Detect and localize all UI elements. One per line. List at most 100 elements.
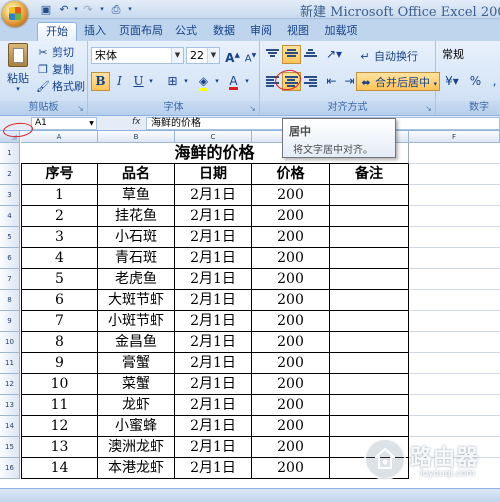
- font-size-combo[interactable]: 22 ▼: [186, 47, 220, 64]
- table-cell[interactable]: 200: [252, 227, 330, 248]
- table-cell[interactable]: 14: [21, 458, 98, 479]
- table-cell[interactable]: 11: [21, 395, 98, 416]
- tab-addins[interactable]: 加载项: [320, 22, 362, 41]
- table-cell[interactable]: 2月1日: [175, 290, 252, 311]
- tab-formulas[interactable]: 公式: [171, 22, 201, 41]
- table-header-cell[interactable]: 序号: [21, 164, 98, 185]
- row-header[interactable]: 10: [0, 332, 20, 353]
- table-cell[interactable]: 7: [21, 311, 98, 332]
- decrease-indent-button[interactable]: ⇤: [322, 72, 341, 91]
- table-cell[interactable]: 200: [252, 374, 330, 395]
- worksheet-grid[interactable]: ABCDEF 12345678910111213141516 海鲜的价格 序号品…: [0, 131, 500, 488]
- table-cell[interactable]: 8: [21, 332, 98, 353]
- row-header[interactable]: 16: [0, 458, 20, 479]
- table-cell[interactable]: 老虎鱼: [98, 269, 175, 290]
- copy-button[interactable]: ❐ 复制: [36, 61, 74, 77]
- customize-icon[interactable]: ▾: [122, 2, 138, 17]
- table-cell[interactable]: [330, 332, 409, 353]
- table-cell[interactable]: [330, 185, 409, 206]
- font-color-button[interactable]: A: [224, 72, 243, 91]
- row-header[interactable]: 2: [0, 164, 20, 185]
- top-align-button[interactable]: [263, 45, 282, 64]
- table-cell[interactable]: 2月1日: [175, 227, 252, 248]
- font-name-combo[interactable]: 宋体 ▼: [91, 47, 184, 64]
- table-header-cell[interactable]: 备注: [330, 164, 409, 185]
- table-cell[interactable]: 3: [21, 227, 98, 248]
- table-cell[interactable]: 200: [252, 395, 330, 416]
- column-header[interactable]: C: [175, 131, 252, 143]
- borders-button[interactable]: ⊞: [163, 72, 182, 91]
- table-cell[interactable]: [330, 248, 409, 269]
- table-cell[interactable]: 澳洲龙虾: [98, 437, 175, 458]
- tab-page-layout[interactable]: 页面布局: [115, 22, 167, 41]
- row-header[interactable]: 4: [0, 206, 20, 227]
- row-header[interactable]: 5: [0, 227, 20, 248]
- table-cell[interactable]: 膏蟹: [98, 353, 175, 374]
- row-header[interactable]: 9: [0, 311, 20, 332]
- table-cell[interactable]: 2月1日: [175, 269, 252, 290]
- table-cell[interactable]: [330, 374, 409, 395]
- row-header[interactable]: 1: [0, 143, 20, 164]
- table-cell[interactable]: 200: [252, 311, 330, 332]
- row-header[interactable]: 15: [0, 437, 20, 458]
- table-cell[interactable]: 2月1日: [175, 416, 252, 437]
- row-header[interactable]: 6: [0, 248, 20, 269]
- font-launcher-icon[interactable]: ↘: [248, 104, 257, 113]
- tab-data[interactable]: 数据: [209, 22, 239, 41]
- grow-font-button[interactable]: A▲: [223, 46, 242, 65]
- table-cell[interactable]: 200: [252, 332, 330, 353]
- table-cell[interactable]: 本港龙虾: [98, 458, 175, 479]
- table-cell[interactable]: 小斑节虾: [98, 311, 175, 332]
- tab-review[interactable]: 审阅: [246, 22, 276, 41]
- bottom-align-button[interactable]: [301, 45, 320, 64]
- table-cell[interactable]: 大斑节虾: [98, 290, 175, 311]
- row-header[interactable]: 13: [0, 395, 20, 416]
- table-header-cell[interactable]: 价格: [252, 164, 330, 185]
- format-painter-button[interactable]: 🖌 格式刷: [36, 78, 85, 94]
- table-cell[interactable]: [330, 395, 409, 416]
- office-button[interactable]: [2, 1, 28, 27]
- table-cell[interactable]: [330, 227, 409, 248]
- table-cell[interactable]: 200: [252, 416, 330, 437]
- fill-color-dropdown-icon[interactable]: ▾: [212, 72, 222, 91]
- table-cell[interactable]: 2月1日: [175, 206, 252, 227]
- tab-home[interactable]: 开始: [37, 22, 77, 41]
- table-cell[interactable]: 200: [252, 206, 330, 227]
- underline-dropdown-icon[interactable]: ▾: [146, 72, 156, 91]
- row-header[interactable]: 7: [0, 269, 20, 290]
- row-header[interactable]: 3: [0, 185, 20, 206]
- accounting-format-button[interactable]: ¥▾: [439, 72, 465, 91]
- table-cell[interactable]: 金昌鱼: [98, 332, 175, 353]
- table-cell[interactable]: 2月1日: [175, 353, 252, 374]
- table-cell[interactable]: [330, 290, 409, 311]
- table-cell[interactable]: 2: [21, 206, 98, 227]
- tab-insert[interactable]: 插入: [80, 22, 110, 41]
- name-box[interactable]: A1 ▼: [31, 117, 97, 130]
- table-cell[interactable]: 13: [21, 437, 98, 458]
- merge-center-button[interactable]: ⬌ 合并后居中 ▾: [356, 72, 441, 91]
- table-cell[interactable]: 200: [252, 458, 330, 479]
- row-header[interactable]: 8: [0, 290, 20, 311]
- paste-button[interactable]: 粘贴 ▾: [5, 43, 31, 93]
- number-format-combo[interactable]: 常规: [439, 47, 500, 64]
- table-cell[interactable]: 200: [252, 248, 330, 269]
- table-cell[interactable]: [330, 206, 409, 227]
- table-cell[interactable]: 2月1日: [175, 458, 252, 479]
- table-cell[interactable]: [330, 269, 409, 290]
- fill-color-button[interactable]: ◈: [194, 72, 213, 91]
- font-color-dropdown-icon[interactable]: ▾: [242, 72, 252, 91]
- table-cell[interactable]: 2月1日: [175, 374, 252, 395]
- table-cell[interactable]: [330, 311, 409, 332]
- comma-button[interactable]: ,: [485, 72, 500, 91]
- table-cell[interactable]: 6: [21, 290, 98, 311]
- right-align-button[interactable]: [301, 72, 320, 91]
- percent-button[interactable]: %: [466, 72, 485, 91]
- row-header[interactable]: 12: [0, 374, 20, 395]
- table-cell[interactable]: 挂花鱼: [98, 206, 175, 227]
- table-cell[interactable]: 龙虾: [98, 395, 175, 416]
- table-cell[interactable]: 2月1日: [175, 395, 252, 416]
- table-cell[interactable]: 2月1日: [175, 311, 252, 332]
- cut-button[interactable]: ✂ 剪切: [36, 44, 74, 60]
- orientation-button[interactable]: ↗▾: [322, 45, 346, 64]
- table-header-cell[interactable]: 日期: [175, 164, 252, 185]
